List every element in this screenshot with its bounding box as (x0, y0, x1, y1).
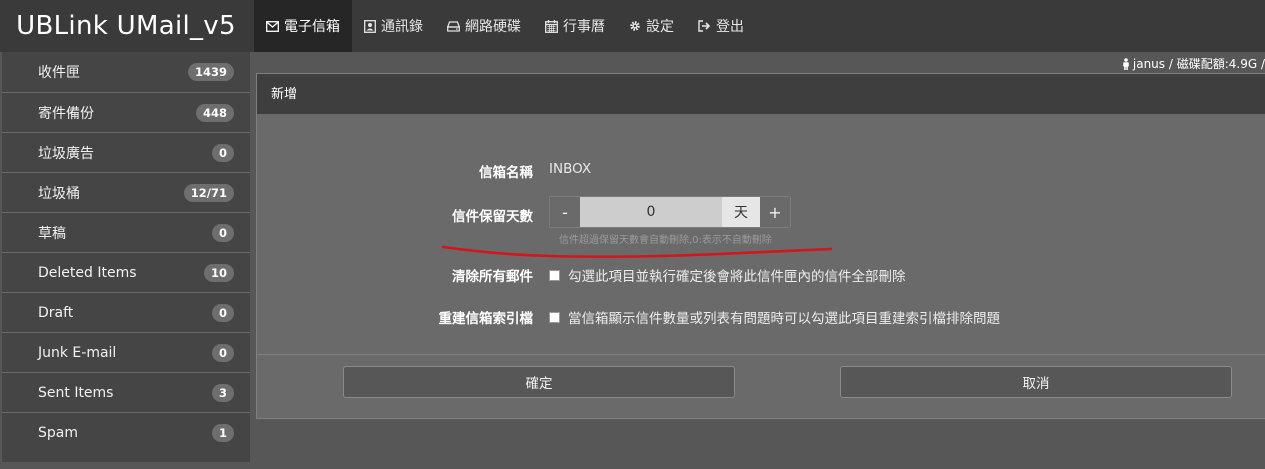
hard-drive-icon (447, 20, 460, 32)
sidebar-item-drafts-zh[interactable]: 草稿 0 (2, 212, 250, 252)
clear-mail-row: 勾選此項目並執行確定後會將此信件匣內的信件全部刪除 (549, 265, 906, 285)
sidebar-item-label: 垃圾桶 (38, 185, 80, 202)
nav-settings-label: 設定 (646, 19, 674, 35)
cancel-button[interactable]: 取消 (840, 366, 1232, 398)
count-badge: 1439 (187, 63, 234, 81)
panel-divider (257, 354, 1265, 355)
rebuild-index-label: 重建信箱索引檔 (438, 311, 534, 327)
sidebar-item-sent-items[interactable]: Sent Items 3 (2, 372, 250, 412)
sign-out-icon (698, 20, 711, 32)
panel-title: 新增 (257, 74, 1265, 114)
sidebar-item-sent-backup[interactable]: 寄件備份 448 (2, 92, 250, 132)
sidebar-item-spam-ads[interactable]: 垃圾廣告 0 (2, 132, 250, 172)
mailbox-name-value: INBOX (549, 161, 592, 177)
count-badge: 0 (211, 143, 234, 162)
decrement-button[interactable]: - (550, 197, 580, 227)
count-badge: 0 (211, 303, 234, 322)
sidebar-item-spam[interactable]: Spam 1 (2, 412, 250, 452)
retention-days-stepper: - 0 天 + (549, 196, 791, 228)
sidebar-item-label: 寄件備份 (38, 105, 94, 122)
count-badge: 3 (211, 383, 234, 402)
nav-drive[interactable]: 網路硬碟 (435, 0, 533, 52)
increment-button[interactable]: + (760, 197, 790, 227)
nav-email-label: 電子信箱 (284, 19, 340, 35)
rebuild-index-description: 當信箱顯示信件數量或列表有問題時可以勾選此項目重建索引檔排除問題 (568, 311, 1000, 327)
user-icon (1123, 57, 1129, 70)
top-bar: UBLink UMail_v5 電子信箱 通訊錄 網路硬碟 行事曆 設定 登出 (0, 0, 1265, 52)
rebuild-index-row: 當信箱顯示信件數量或列表有問題時可以勾選此項目重建索引檔排除問題 (549, 307, 1000, 327)
sidebar-item-label: Deleted Items (38, 264, 137, 281)
gear-icon (629, 20, 641, 32)
nav-calendar[interactable]: 行事曆 (533, 0, 617, 52)
envelope-icon (266, 20, 279, 32)
nav-calendar-label: 行事曆 (563, 19, 605, 35)
sidebar-item-label: 垃圾廣告 (38, 145, 94, 162)
days-unit-label: 天 (722, 197, 760, 227)
count-badge: 0 (211, 343, 234, 362)
count-badge: 12/71 (183, 183, 234, 202)
count-badge: 10 (203, 263, 234, 282)
folder-sidebar: 收件匣 1439 寄件備份 448 垃圾廣告 0 垃圾桶 12/71 草稿 0 … (2, 52, 250, 462)
count-badge: 448 (195, 103, 234, 122)
count-badge: 1 (211, 423, 234, 442)
new-folder-panel: 新增 信箱名稱 INBOX 信件保留天數 - 0 天 + 信件超過保留天數會自動… (256, 73, 1265, 419)
nav-drive-label: 網路硬碟 (465, 19, 521, 35)
sidebar-item-label: Sent Items (38, 384, 114, 401)
address-book-icon (364, 19, 376, 33)
retention-days-label: 信件保留天數 (452, 209, 533, 225)
sidebar-item-trash[interactable]: 垃圾桶 12/71 (2, 172, 250, 212)
retention-days-input[interactable]: 0 (580, 197, 722, 227)
confirm-button[interactable]: 確定 (343, 366, 735, 398)
sidebar-item-label: 草稿 (38, 225, 66, 242)
rebuild-index-checkbox[interactable] (549, 311, 560, 323)
sidebar-item-junk-email[interactable]: Junk E-mail 0 (2, 332, 250, 372)
sidebar-item-deleted-items[interactable]: Deleted Items 10 (2, 252, 250, 292)
nav-settings[interactable]: 設定 (617, 0, 686, 52)
sidebar-item-label: Junk E-mail (38, 344, 117, 361)
mailbox-name-label: 信箱名稱 (479, 165, 533, 181)
app-title: UBLink UMail_v5 (16, 11, 236, 41)
count-badge: 0 (211, 223, 234, 242)
user-quota-info: janus / 磁碟配額:4.9G / (1122, 55, 1265, 72)
sidebar-item-draft[interactable]: Draft 0 (2, 292, 250, 332)
main-nav: 電子信箱 通訊錄 網路硬碟 行事曆 設定 登出 (254, 0, 756, 52)
sidebar-item-inbox[interactable]: 收件匣 1439 (2, 52, 250, 92)
nav-contacts[interactable]: 通訊錄 (352, 0, 435, 52)
sidebar-item-label: Spam (38, 424, 78, 441)
nav-logout[interactable]: 登出 (686, 0, 756, 52)
user-quota-text: janus / 磁碟配額:4.9G / (1132, 57, 1265, 71)
red-annotation-underline (441, 245, 833, 258)
clear-mail-description: 勾選此項目並執行確定後會將此信件匣內的信件全部刪除 (568, 269, 906, 285)
nav-logout-label: 登出 (716, 19, 744, 35)
clear-mail-label: 清除所有郵件 (452, 269, 533, 285)
calendar-icon (545, 19, 558, 33)
sidebar-item-label: Draft (38, 304, 74, 321)
nav-contacts-label: 通訊錄 (381, 19, 423, 35)
sidebar-item-label: 收件匣 (38, 65, 80, 81)
nav-email[interactable]: 電子信箱 (254, 0, 352, 52)
clear-mail-checkbox[interactable] (549, 269, 560, 281)
